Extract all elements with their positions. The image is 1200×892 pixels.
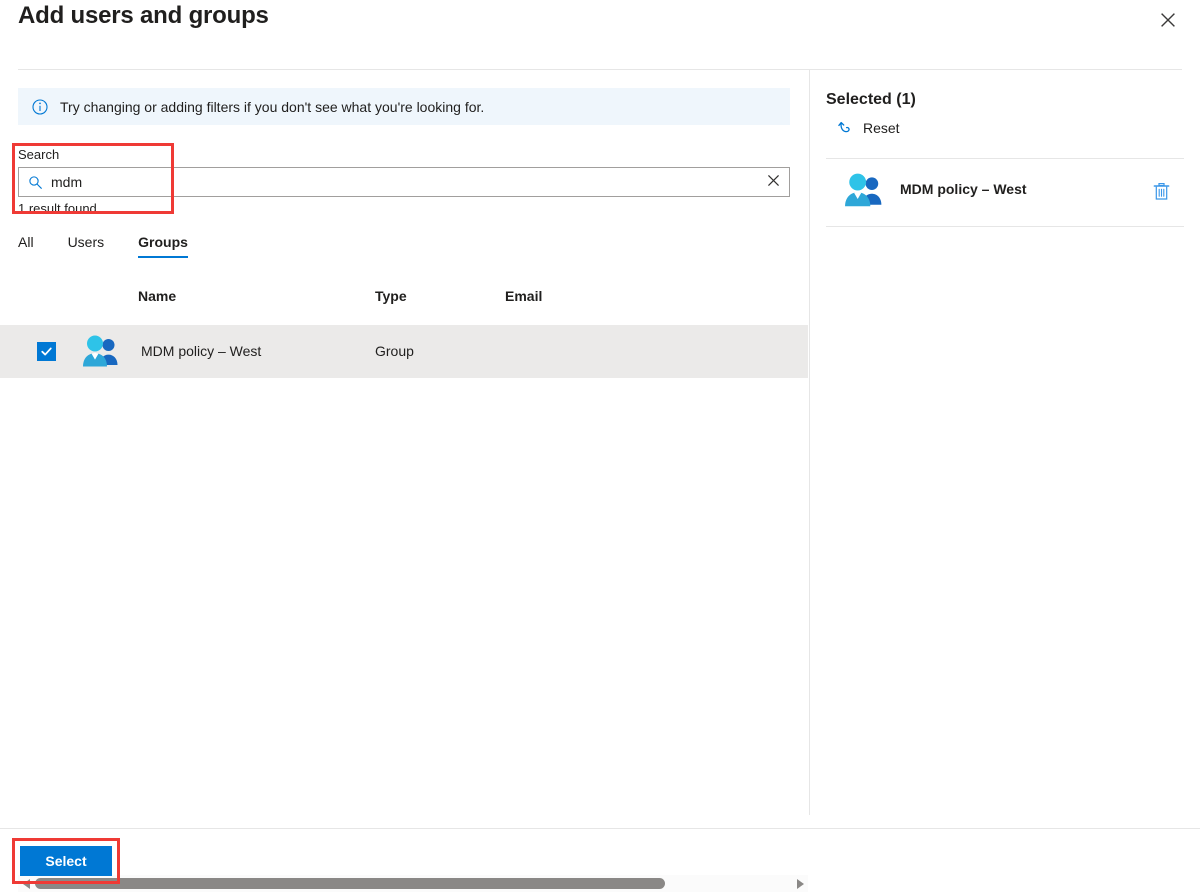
search-icon: [28, 175, 43, 190]
group-icon: [844, 173, 884, 213]
reset-label: Reset: [863, 120, 900, 136]
trash-icon: [1153, 182, 1170, 204]
column-header-type[interactable]: Type: [375, 288, 407, 304]
result-count: 1 result found: [18, 201, 97, 216]
tab-all[interactable]: All: [18, 230, 34, 258]
close-icon: [1159, 11, 1177, 32]
search-label: Search: [18, 147, 60, 162]
clear-icon: [766, 173, 781, 191]
column-header-email[interactable]: Email: [505, 288, 542, 304]
row-name: MDM policy – West: [141, 343, 262, 359]
column-header-name[interactable]: Name: [138, 288, 176, 304]
selected-list-item[interactable]: MDM policy – West: [826, 159, 1184, 226]
close-button[interactable]: [1152, 5, 1184, 37]
info-icon: [32, 98, 48, 115]
row-type: Group: [375, 343, 414, 359]
select-button[interactable]: Select: [20, 846, 112, 876]
page-title: Add users and groups: [18, 2, 269, 29]
selected-list-divider-bottom: [826, 226, 1184, 227]
group-icon: [82, 335, 120, 373]
info-banner: Try changing or adding filters if you do…: [18, 88, 790, 125]
reset-button[interactable]: Reset: [838, 120, 900, 136]
info-banner-text: Try changing or adding filters if you do…: [60, 98, 485, 115]
browse-pane: Try changing or adding filters if you do…: [0, 70, 810, 892]
selected-title: Selected (1): [826, 91, 916, 108]
search-field[interactable]: [18, 167, 790, 197]
footer-divider: [0, 828, 1200, 829]
selected-item-name: MDM policy – West: [900, 181, 1027, 197]
table-header-row: Name Type Email: [0, 288, 808, 320]
tab-groups[interactable]: Groups: [138, 230, 188, 258]
row-checkbox[interactable]: [37, 342, 56, 361]
search-input[interactable]: [51, 169, 759, 195]
tab-users[interactable]: Users: [68, 230, 105, 258]
dialog-header: Add users and groups: [0, 0, 1200, 70]
table-row[interactable]: MDM policy – West Group: [0, 325, 808, 378]
filter-tabs: All Users Groups: [18, 230, 222, 258]
remove-selected-button[interactable]: [1146, 178, 1176, 208]
clear-search-button[interactable]: [759, 168, 787, 196]
undo-icon: [838, 120, 854, 136]
selected-pane: Selected (1) Reset MDM policy – West: [810, 70, 1200, 815]
search-block: Search 1 result found: [18, 146, 792, 216]
